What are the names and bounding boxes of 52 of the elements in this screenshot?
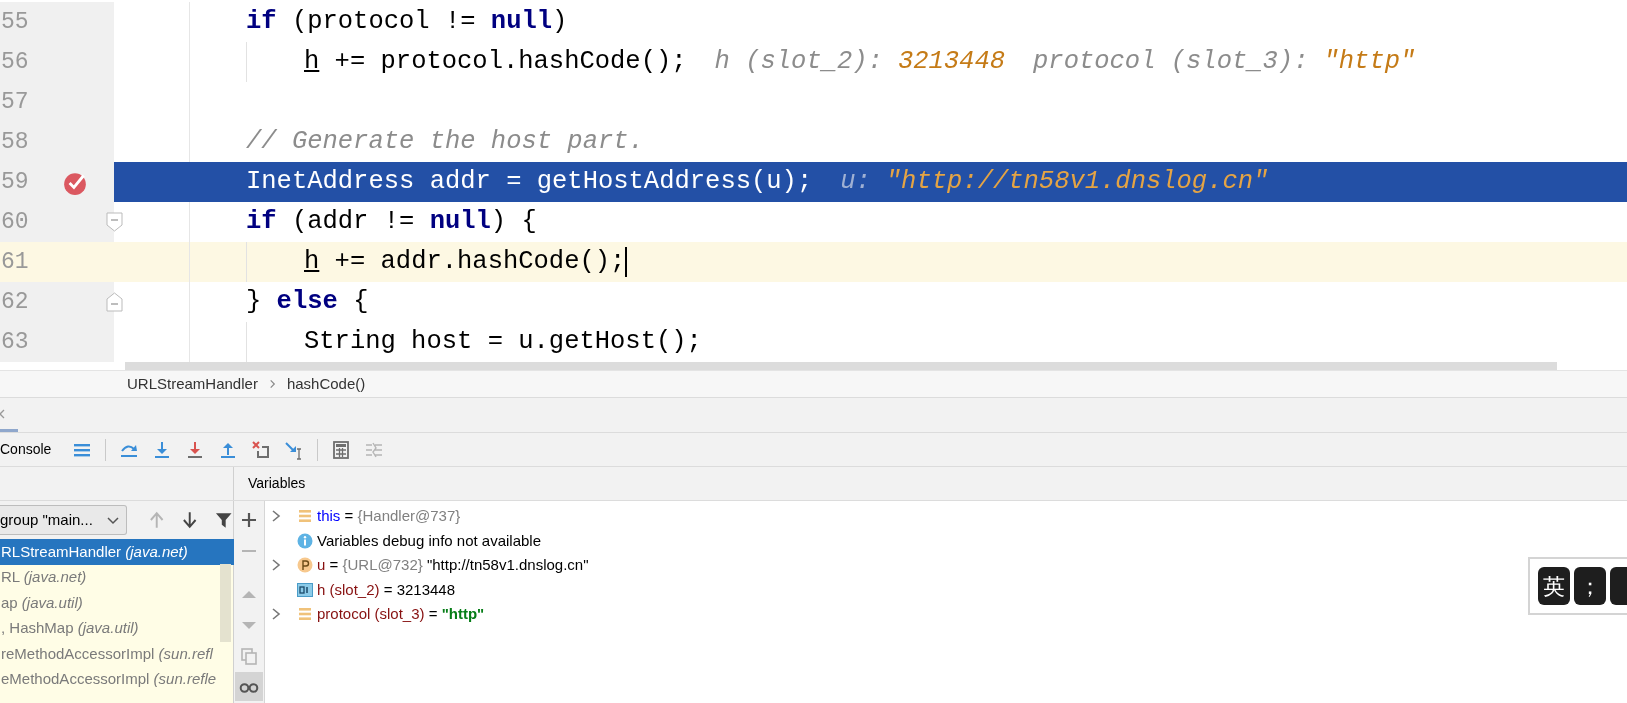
line-number: 55 [0, 7, 30, 37]
variable-text[interactable]: Variables debug info not available [317, 529, 542, 552]
stack-frame[interactable]: RLStreamHandler (java.net) [1, 540, 188, 563]
code-line: h += addr.hashCode(); [304, 245, 626, 278]
panel-title: Variables [248, 474, 306, 493]
code-line: if (protocol != null) [246, 5, 568, 38]
stack-frame[interactable]: RL (java.net) [1, 566, 87, 589]
line-number: 61 [0, 247, 30, 277]
console-tab[interactable]: Console [0, 439, 52, 460]
code-line: } else { [246, 285, 369, 318]
variable-text[interactable]: this = {Handler@737} [317, 505, 461, 528]
variable-text[interactable]: h (slot_2) = 3213448 [317, 578, 456, 601]
filter-icon[interactable] [213, 510, 233, 530]
breadcrumb-item[interactable]: hashCode() [286, 372, 366, 396]
fold-marker-icon[interactable] [106, 212, 123, 232]
scrollbar[interactable] [220, 564, 231, 642]
code-line: // Generate the host part. [246, 125, 644, 158]
inline-value-hint: protocol (slot_3): "http" [1033, 45, 1416, 78]
stack-frame[interactable]: eMethodAccessorImpl (sun.refle [1, 668, 217, 691]
breadcrumb-item[interactable]: URLStreamHandler [127, 372, 258, 396]
field-icon [297, 508, 313, 525]
ime-key[interactable]: 英 [1538, 567, 1570, 605]
info-icon [297, 532, 313, 549]
thread-dropdown[interactable]: group "main... [0, 505, 127, 535]
drop-frame-icon[interactable] [251, 439, 272, 460]
code-line: if (addr != null) { [246, 205, 537, 238]
text-caret [625, 247, 628, 277]
line-number: 56 [0, 47, 30, 77]
variable-text[interactable]: protocol (slot_3) = "http" [317, 603, 485, 626]
line-number: 62 [0, 287, 30, 317]
code-line: InetAddress addr = getHostAddress(u); [246, 165, 813, 198]
line-number: 58 [0, 127, 30, 157]
code-line: String host = u.getHost(); [304, 325, 702, 358]
stack-frame[interactable]: , HashMap (java.util) [1, 617, 139, 640]
calculator-icon[interactable] [331, 439, 352, 460]
line-number: 59 [0, 167, 30, 197]
code-line: h += protocol.hashCode(); [304, 45, 687, 78]
parameter-icon [297, 557, 313, 574]
primitive-icon [297, 581, 313, 598]
variable-text[interactable]: u = {URL@732} "http://tn58v1.dnslog.cn" [317, 554, 589, 577]
field-icon [297, 606, 313, 623]
line-number: 63 [0, 327, 30, 357]
caret-icon [105, 514, 120, 526]
line-number: 60 [0, 207, 30, 237]
stack-frame[interactable]: reMethodAccessorImpl (sun.refl [1, 642, 213, 665]
fold-marker-icon[interactable] [106, 292, 123, 312]
line-number: 57 [0, 87, 30, 117]
inline-value-hint: u: "http://tn58v1.dnslog.cn" [840, 165, 1269, 198]
inline-value-hint: h (slot_2): 3213448 [714, 45, 1006, 78]
ime-key[interactable]: ； [1574, 567, 1606, 605]
stack-frame[interactable]: ap (java.util) [1, 591, 83, 614]
scrollbar[interactable] [125, 362, 1557, 370]
